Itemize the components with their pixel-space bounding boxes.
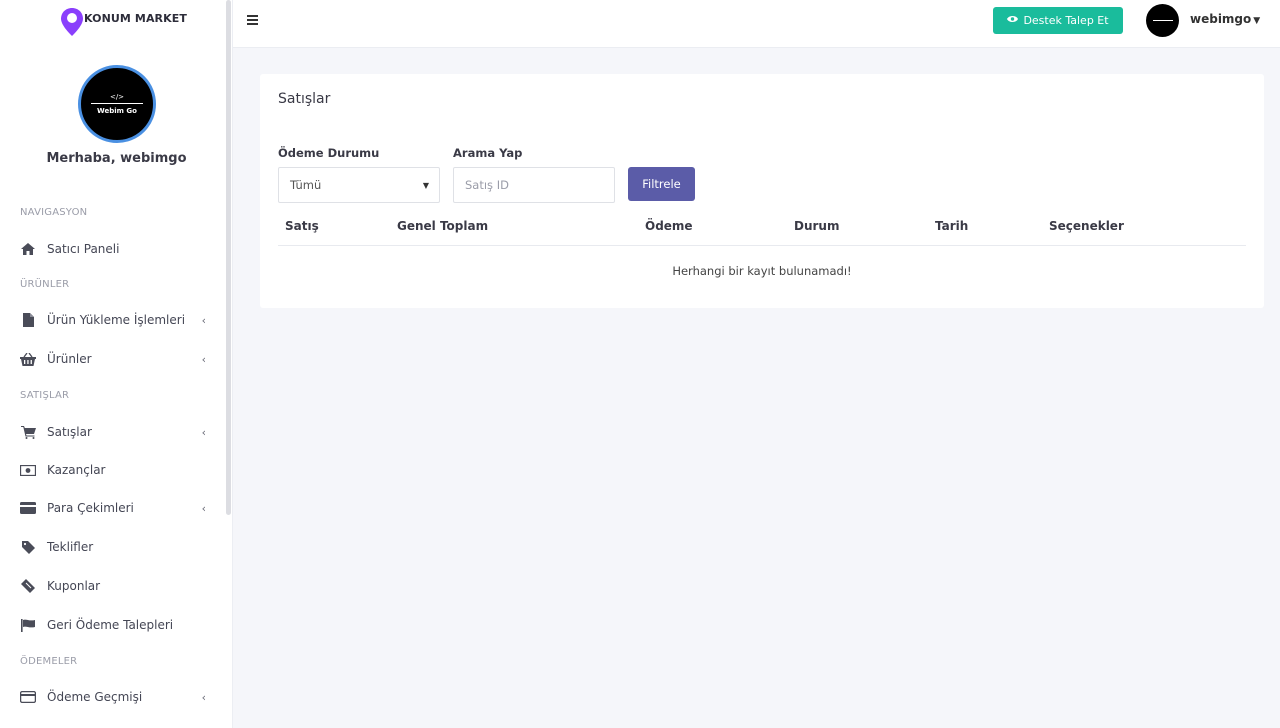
filter-button[interactable]: Filtrele — [628, 167, 695, 201]
caret-down-icon: ▼ — [422, 180, 429, 190]
sidebar-item-label: Kuponlar — [47, 579, 101, 593]
sidebar-item-withdrawals[interactable]: Para Çekimleri ‹ — [20, 496, 210, 520]
chevron-left-icon: ‹ — [201, 352, 206, 366]
sidebar: KONUM MARKET </> Webim Go Merhaba, webim… — [0, 0, 233, 728]
money-icon — [20, 463, 36, 477]
sidebar-item-label: Kazançlar — [47, 463, 106, 477]
avatar-brand-text: Webim Go — [97, 107, 137, 115]
user-avatar[interactable] — [1146, 4, 1179, 37]
sales-card: Satışlar Ödeme Durumu Tümü ▼ Arama Yap F… — [260, 74, 1264, 308]
sidebar-item-label: Teklifler — [47, 540, 94, 554]
sidebar-item-earnings[interactable]: Kazançlar — [20, 458, 210, 482]
caret-down-icon: ▼ — [1253, 16, 1261, 26]
empty-table-message: Herhangi bir kayıt bulunamadı! — [672, 264, 852, 278]
column-header-sale: Satış — [285, 219, 319, 233]
chevron-left-icon: ‹ — [201, 425, 206, 439]
sidebar-item-label: Ürünler — [47, 352, 92, 366]
profile-avatar: </> Webim Go — [78, 65, 156, 143]
greeting: Merhaba, webimgo — [46, 151, 187, 166]
credit-card-icon — [20, 690, 36, 704]
section-heading-payments: ÖDEMELER — [20, 656, 78, 667]
code-icon: </> — [109, 93, 125, 101]
sidebar-item-label: Satışlar — [47, 425, 92, 439]
menu-toggle-icon[interactable] — [247, 15, 259, 27]
eye-icon — [1007, 15, 1019, 26]
chevron-left-icon: ‹ — [201, 501, 206, 515]
basket-icon — [20, 352, 36, 366]
column-header-status: Durum — [794, 219, 840, 233]
flag-icon — [20, 618, 36, 632]
user-name-label: webimgo — [1190, 12, 1252, 26]
payment-status-value: Tümü — [290, 178, 322, 192]
tag-icon — [20, 540, 36, 554]
sidebar-item-payment-history[interactable]: Ödeme Geçmişi ‹ — [20, 685, 210, 709]
search-label: Arama Yap — [453, 146, 523, 160]
table-header-divider — [278, 245, 1246, 246]
sidebar-item-dashboard[interactable]: Satıcı Paneli — [20, 237, 210, 261]
support-request-button[interactable]: Destek Talep Et — [993, 7, 1123, 34]
column-header-total: Genel Toplam — [397, 219, 489, 233]
home-icon — [20, 242, 36, 256]
sidebar-item-upload[interactable]: Ürün Yükleme İşlemleri ‹ — [20, 308, 210, 332]
payment-status-select[interactable]: Tümü ▼ — [278, 167, 440, 203]
section-heading-sales: SATIŞLAR — [20, 390, 70, 401]
payment-status-label: Ödeme Durumu — [278, 146, 380, 160]
section-heading-products: ÜRÜNLER — [20, 279, 70, 290]
sidebar-item-offers[interactable]: Teklifler — [20, 535, 210, 559]
cart-icon — [20, 425, 36, 439]
sidebar-item-label: Ürün Yükleme İşlemleri — [47, 313, 186, 327]
section-heading-nav: NAVIGASYON — [20, 207, 88, 218]
location-pin-icon — [61, 8, 83, 36]
support-button-label: Destek Talep Et — [1023, 14, 1109, 27]
brand-name: KONUM MARKET — [84, 11, 187, 25]
column-header-payment: Ödeme — [645, 219, 693, 233]
column-header-options: Seçenekler — [1049, 219, 1124, 233]
credit-card-icon — [20, 501, 36, 515]
sale-id-search-input[interactable] — [453, 167, 615, 203]
sidebar-item-label: Geri Ödeme Talepleri — [47, 618, 174, 632]
user-menu[interactable]: webimgo ▼ — [1190, 12, 1260, 26]
sidebar-item-coupons[interactable]: Kuponlar — [20, 574, 210, 598]
page-title: Satışlar — [278, 91, 331, 107]
file-icon — [20, 313, 36, 327]
sidebar-scrollbar[interactable] — [226, 0, 231, 515]
column-header-date: Tarih — [935, 219, 969, 233]
sidebar-item-label: Para Çekimleri — [47, 501, 134, 515]
chevron-left-icon: ‹ — [201, 690, 206, 704]
ticket-icon — [20, 579, 36, 593]
topbar: Destek Talep Et webimgo ▼ — [233, 0, 1280, 48]
sidebar-item-label: Ödeme Geçmişi — [47, 690, 143, 704]
sidebar-item-refunds[interactable]: Geri Ödeme Talepleri — [20, 613, 210, 637]
chevron-left-icon: ‹ — [201, 313, 206, 327]
sidebar-item-products[interactable]: Ürünler ‹ — [20, 347, 210, 371]
sidebar-item-sales[interactable]: Satışlar ‹ — [20, 420, 210, 444]
brand-logo[interactable]: KONUM MARKET — [60, 6, 187, 38]
sidebar-item-label: Satıcı Paneli — [47, 242, 120, 256]
